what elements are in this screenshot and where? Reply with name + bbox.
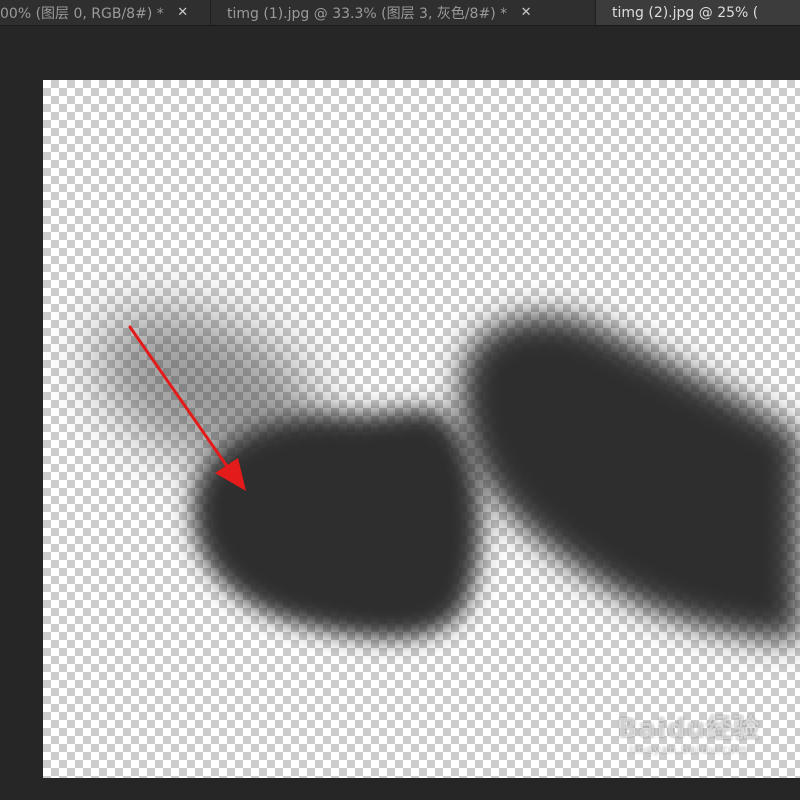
left-brush-stroke (193, 408, 481, 639)
canvas-workspace[interactable]: Baidu经验 jingyan.baidu.com (0, 26, 800, 800)
photoshop-window: 00% (图层 0, RGB/8#) * ✕ timg (1).jpg @ 33… (0, 0, 800, 800)
document-tab-3-label: timg (2).jpg @ 25% ( (612, 4, 759, 21)
document-canvas[interactable]: Baidu经验 jingyan.baidu.com (43, 80, 800, 778)
document-tab-2-label: timg (1).jpg @ 33.3% (图层 3, 灰色/8#) * (227, 5, 508, 22)
document-tab-3-active[interactable]: timg (2).jpg @ 25% ( (596, 0, 800, 25)
document-tab-2[interactable]: timg (1).jpg @ 33.3% (图层 3, 灰色/8#) * ✕ (211, 0, 596, 25)
document-tab-1-label: 00% (图层 0, RGB/8#) * (0, 5, 164, 22)
right-brush-stroke (460, 315, 800, 640)
document-tab-bar: 00% (图层 0, RGB/8#) * ✕ timg (1).jpg @ 33… (0, 0, 800, 26)
document-tab-1[interactable]: 00% (图层 0, RGB/8#) * ✕ (0, 0, 211, 25)
canvas-artwork (95, 308, 800, 640)
close-icon[interactable]: ✕ (519, 5, 533, 20)
close-icon[interactable]: ✕ (176, 5, 190, 20)
